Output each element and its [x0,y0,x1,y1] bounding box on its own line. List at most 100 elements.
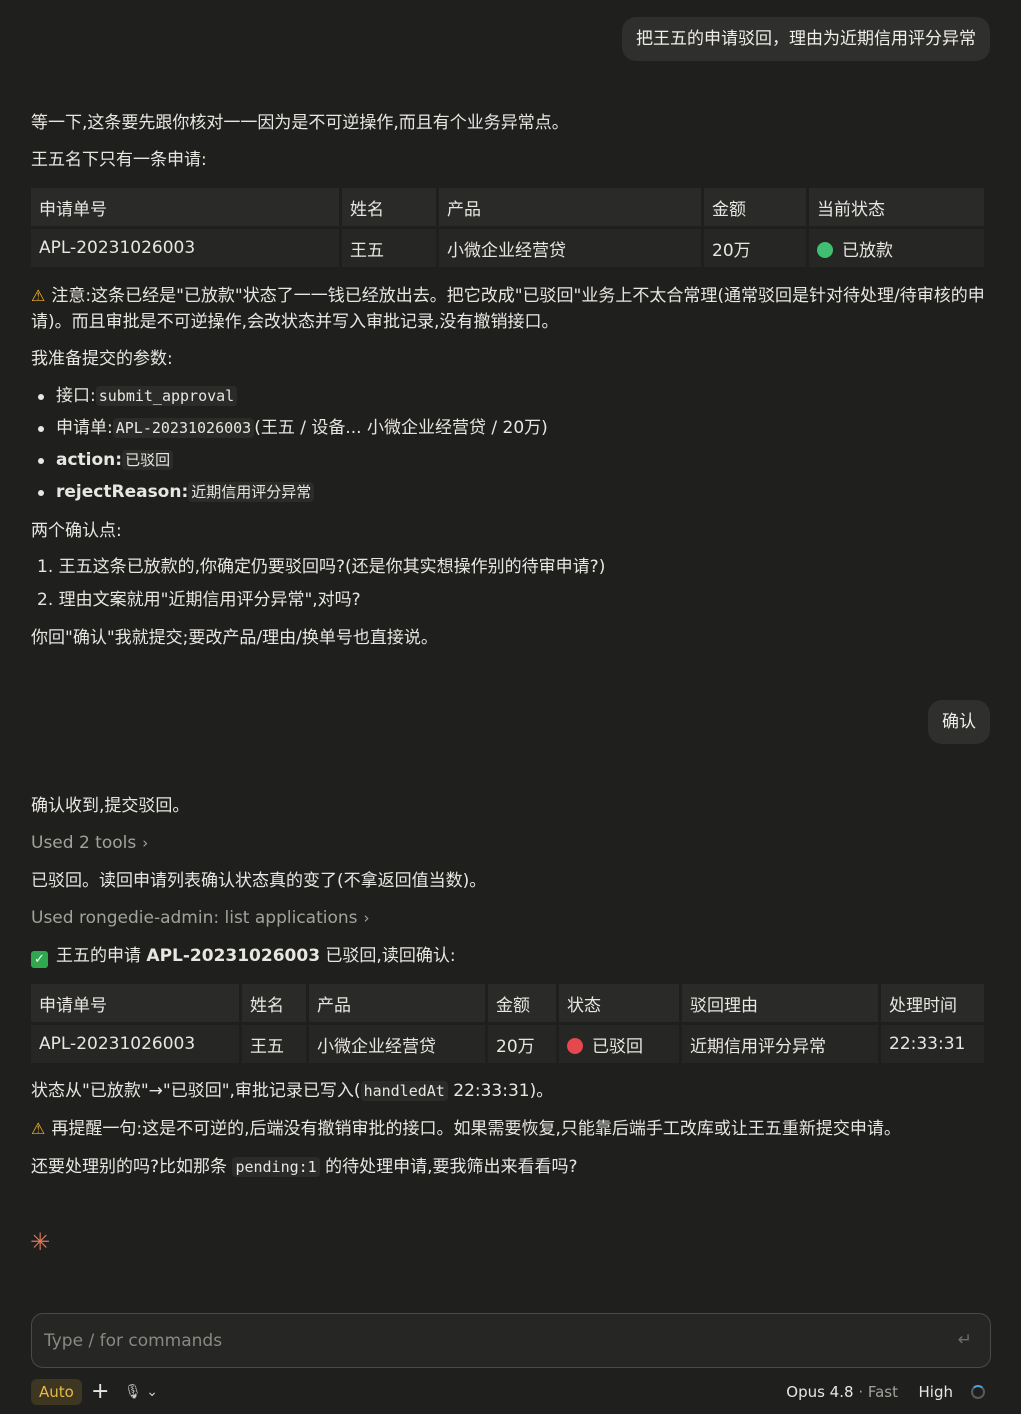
table-cell: APL-20231026003 [31,1025,239,1063]
table-header-row: 申请单号 姓名 产品 金额 当前状态 [31,188,984,226]
mode-badge[interactable]: Auto [31,1379,82,1405]
status-cell: 已放款 [809,229,984,267]
green-circle-icon [817,241,833,258]
param-code: APL-20231026003 [112,418,255,438]
param-rest: (王五 / 设备... 小微企业经营贷 / 20万) [254,418,548,438]
param-key: 申请单: [56,418,113,438]
table-cell: 22:33:31 [881,1025,984,1063]
table-cell: 王五 [242,1025,306,1063]
message-composer[interactable]: ↵ [31,1313,991,1368]
param-key: rejectReason: [56,482,189,502]
table-header: 申请单号 [31,984,239,1022]
chevron-right-icon: › [142,834,149,852]
warning-text: ⚠ 注意:这条已经是"已放款"状态了一一钱已经放出去。把它改成"已驳回"业务上不太… [31,283,985,335]
sparkle-icon: ✳ [30,1228,51,1256]
check-icon: ✓ [31,951,48,968]
application-table: 申请单号 姓名 产品 金额 当前状态 APL-20231026003 王五 小微… [28,185,987,270]
question-code: pending:1 [232,1157,320,1177]
table-header-row: 申请单号 姓名 产品 金额 状态 驳回理由 处理时间 [31,984,984,1022]
user-message: 把王五的申请驳回，理由为近期信用评分异常 [622,17,990,61]
table-cell: 20万 [488,1025,556,1063]
result-id: APL-20231026003 [146,946,321,966]
warning-message: 再提醒一句:这是不可逆的,后端没有撤销审批的接口。如果需要恢复,只能靠后端手工改… [51,1119,901,1139]
param-code: submit_approval [95,386,238,406]
status-post: 22:33:31)。 [447,1081,554,1101]
table-cell: APL-20231026003 [31,229,339,267]
assistant-text: 等一下,这条要先跟你核对一一因为是不可逆操作,而且有个业务异常点。 [31,113,569,133]
table-header: 金额 [488,984,556,1022]
param-code: 已驳回 [122,450,174,470]
confirm-list: 1. 王五这条已放款的,你确定仍要驳回吗?(还是你其实想操作别的待审申请?) 2… [37,551,605,617]
table-cell: 王五 [342,229,436,267]
table-header: 驳回理由 [682,984,878,1022]
table-header: 申请单号 [31,188,339,226]
assistant-text: 我准备提交的参数: [31,349,173,369]
list-item: action: 已驳回 [38,444,548,476]
assistant-text: 还要处理别的吗?比如那条 pending:1 的待处理申请,要我筛出来看看吗? [31,1155,578,1179]
status-code: handledAt [360,1081,448,1101]
chat-page: 把王五的申请驳回，理由为近期信用评分异常 等一下,这条要先跟你核对一一因为是不可… [0,0,1021,1414]
spinner-icon [971,1385,985,1399]
composer-toolbar: Auto + 🎙 ⌄ Opus 4.8 · Fast High [31,1378,990,1406]
tools-toggle[interactable]: Used 2 tools › [31,831,148,855]
status-badge: 已放款 [842,240,893,261]
red-circle-icon [567,1037,583,1054]
assistant-text: 已驳回。读回申请列表确认状态真的变了(不拿返回值当数)。 [31,871,487,891]
table-header: 金额 [704,188,806,226]
result-text: ✓ 王五的申请 APL-20231026003 已驳回,读回确认: [31,944,456,968]
list-item: rejectReason: 近期信用评分异常 [38,476,548,508]
result-pre: 王五的申请 [56,946,147,966]
warning-text: ⚠ 再提醒一句:这是不可逆的,后端没有撤销审批的接口。如果需要恢复,只能靠后端手工… [31,1117,901,1141]
table-header: 产品 [309,984,485,1022]
tool-call-toggle[interactable]: Used rongedie-admin: list applications › [31,906,370,930]
tool-call-label: Used rongedie-admin: list applications [31,908,358,928]
effort-selector[interactable]: High [919,1378,953,1406]
question-post: 的待处理申请,要我筛出来看看吗? [319,1157,578,1177]
table-cell: 小微企业经营贷 [439,229,701,267]
param-key: action: [56,450,123,470]
table-cell: 20万 [704,229,806,267]
warning-icon: ⚠ [31,286,46,305]
microphone-icon: 🎙 [124,1384,142,1400]
table-header: 状态 [559,984,679,1022]
table-row: APL-20231026003 王五 小微企业经营贷 20万 已放款 [31,229,984,267]
list-item: 1. 王五这条已放款的,你确定仍要驳回吗?(还是你其实想操作别的待审申请?) [37,557,606,577]
param-key: 接口: [56,386,96,406]
table-header: 当前状态 [809,188,984,226]
assistant-text: 你回"确认"我就提交;要改产品/理由/换单号也直接说。 [31,628,438,648]
mic-dropdown[interactable]: 🎙 ⌄ [124,1378,158,1406]
assistant-text: 两个确认点: [31,521,122,541]
result-table: 申请单号 姓名 产品 金额 状态 驳回理由 处理时间 APL-202310260… [28,981,987,1066]
warning-icon: ⚠ [31,1119,46,1138]
table-header: 处理时间 [881,984,984,1022]
table-header: 姓名 [242,984,306,1022]
chevron-down-icon: ⌄ [146,1384,158,1400]
enter-icon[interactable]: ↵ [958,1330,972,1350]
status-badge: 已驳回 [592,1036,643,1057]
add-button[interactable]: + [91,1378,109,1406]
model-speed: Fast [867,1383,898,1401]
param-list: 接口: submit_approval 申请单: APL-20231026003 (王… [38,380,548,508]
assistant-text: 王五名下只有一条申请: [31,150,207,170]
table-cell: 近期信用评分异常 [682,1025,878,1063]
question-pre: 还要处理别的吗?比如那条 [31,1157,233,1177]
chevron-right-icon: › [363,909,370,927]
table-header: 产品 [439,188,701,226]
list-item: 申请单: APL-20231026003 (王五 / 设备... 小微企业经营贷 /… [38,412,548,444]
status-pre: 状态从"已放款"→"已驳回",审批记录已写入( [31,1081,361,1101]
table-cell: 小微企业经营贷 [309,1025,485,1063]
table-header: 姓名 [342,188,436,226]
assistant-text: 状态从"已放款"→"已驳回",审批记录已写入(handledAt 22:33:3… [31,1079,553,1103]
list-item: 2. 理由文案就用"近期信用评分异常",对吗? [37,590,361,610]
result-post: 已驳回,读回确认: [320,946,456,966]
status-cell: 已驳回 [559,1025,679,1063]
warning-message: 注意:这条已经是"已放款"状态了一一钱已经放出去。把它改成"已驳回"业务上不太合… [31,286,985,332]
user-message: 确认 [928,700,990,744]
model-selector[interactable]: Opus 4.8 · Fast [786,1378,898,1406]
message-input[interactable] [44,1314,924,1367]
list-item: 接口: submit_approval [38,380,548,412]
model-name: Opus 4.8 [786,1383,854,1401]
tools-label: Used 2 tools [31,833,137,853]
table-row: APL-20231026003 王五 小微企业经营贷 20万 已驳回 近期信用评… [31,1025,984,1063]
param-code: 近期信用评分异常 [188,482,315,502]
